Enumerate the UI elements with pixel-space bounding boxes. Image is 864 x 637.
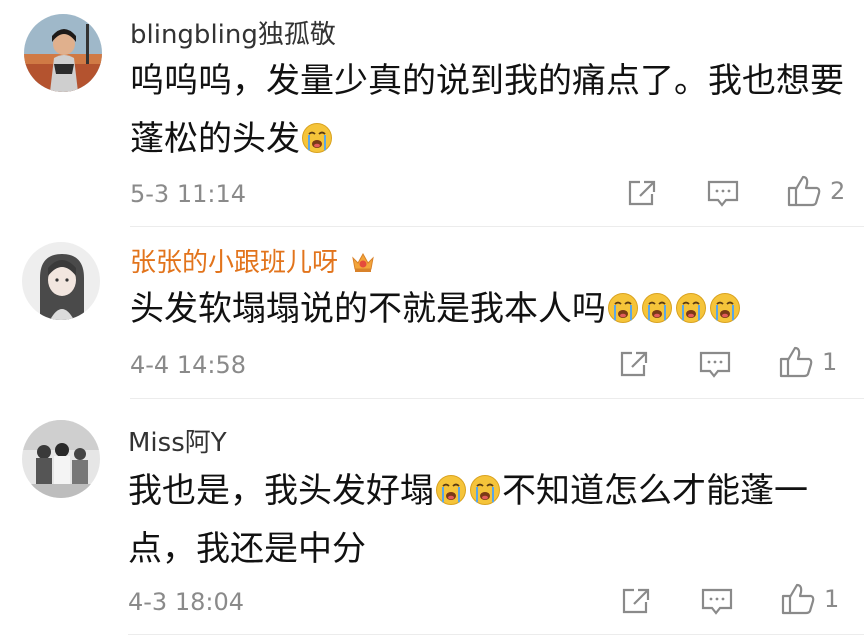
avatar[interactable] bbox=[22, 420, 100, 498]
like-count: 1 bbox=[824, 585, 840, 613]
divider bbox=[130, 398, 864, 399]
share-icon bbox=[620, 586, 652, 616]
vip-crown-badge-icon bbox=[350, 250, 376, 280]
like-icon bbox=[786, 174, 822, 208]
like-button[interactable]: 1 bbox=[778, 345, 837, 379]
like-count: 1 bbox=[822, 348, 838, 376]
comment-icon bbox=[706, 178, 740, 210]
reply-button[interactable] bbox=[700, 586, 734, 618]
share-button[interactable] bbox=[620, 586, 652, 616]
username[interactable]: Miss阿Y bbox=[128, 422, 227, 459]
comment-text: 我也是，我头发好塌 不知道怎么才能蓬一 点，我还是中分 bbox=[128, 462, 848, 578]
crying-emoji bbox=[709, 292, 741, 324]
like-count: 2 bbox=[830, 177, 846, 205]
comment-item: 张张的小跟班儿呀 头发软塌塌说的不就是我本人吗 4-4 14:58 1 bbox=[0, 228, 864, 400]
comment-icon bbox=[700, 586, 734, 618]
username[interactable]: blingbling独孤敬 bbox=[130, 14, 336, 51]
like-icon bbox=[778, 345, 814, 379]
reply-button[interactable] bbox=[706, 178, 740, 210]
comment-text-part: 我也是，我头发好塌 bbox=[128, 471, 434, 511]
divider bbox=[128, 634, 864, 635]
avatar[interactable] bbox=[24, 14, 102, 92]
like-button[interactable]: 1 bbox=[780, 582, 839, 616]
comment-item: blingbling独孤敬 呜呜呜，发量少真的说到我的痛点了。我也想要 蓬松的头… bbox=[0, 0, 864, 227]
reply-button[interactable] bbox=[698, 349, 732, 381]
comment-text-line: 蓬松的头发 bbox=[130, 119, 300, 159]
crying-emoji bbox=[435, 474, 467, 506]
share-button[interactable] bbox=[618, 349, 650, 379]
username[interactable]: 张张的小跟班儿呀 bbox=[130, 242, 376, 280]
comment-text-part: 不知道怎么才能蓬一 bbox=[502, 471, 808, 511]
comment-text-line: 头发软塌塌说的不就是我本人吗 bbox=[130, 289, 606, 329]
timestamp: 5-3 11:14 bbox=[130, 180, 246, 208]
crying-emoji bbox=[301, 122, 333, 154]
comment-text: 头发软塌塌说的不就是我本人吗 bbox=[130, 280, 850, 338]
comment-icon bbox=[698, 349, 732, 381]
username-text: 张张的小跟班儿呀 bbox=[130, 248, 339, 278]
like-button[interactable]: 2 bbox=[786, 174, 845, 208]
crying-emoji bbox=[641, 292, 673, 324]
share-button[interactable] bbox=[626, 178, 658, 208]
share-icon bbox=[626, 178, 658, 208]
crying-emoji bbox=[469, 474, 501, 506]
crying-emoji bbox=[675, 292, 707, 324]
comment-text-line: 点，我还是中分 bbox=[128, 529, 366, 569]
timestamp: 4-3 18:04 bbox=[128, 588, 244, 616]
comment-text-line: 呜呜呜，发量少真的说到我的痛点了。我也想要 bbox=[130, 61, 844, 101]
like-icon bbox=[780, 582, 816, 616]
share-icon bbox=[618, 349, 650, 379]
timestamp: 4-4 14:58 bbox=[130, 351, 246, 379]
crying-emoji bbox=[607, 292, 639, 324]
avatar[interactable] bbox=[22, 242, 100, 320]
comment-item: Miss阿Y 我也是，我头发好塌 不知道怎么才能蓬一 点，我还是中分 4-3 1… bbox=[0, 400, 864, 637]
divider bbox=[130, 226, 864, 227]
comment-text: 呜呜呜，发量少真的说到我的痛点了。我也想要 蓬松的头发 bbox=[130, 52, 850, 168]
